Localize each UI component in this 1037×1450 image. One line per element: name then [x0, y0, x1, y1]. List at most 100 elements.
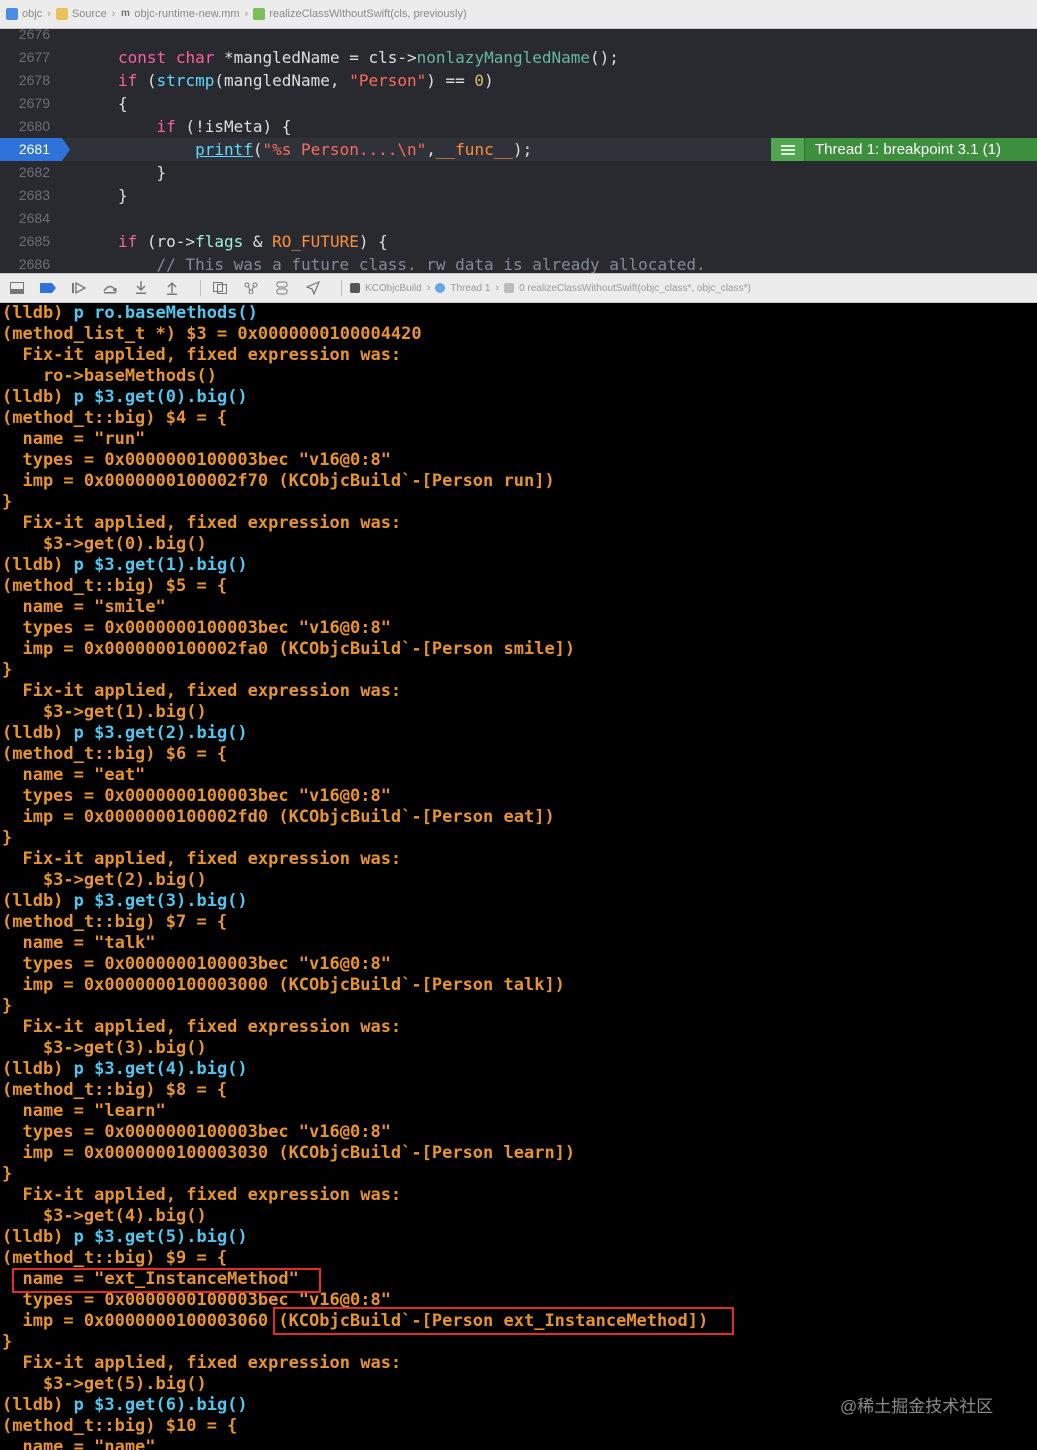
console-output-line: $3->get(3).big()	[2, 1038, 207, 1058]
divider	[200, 280, 201, 296]
console-output-line: }	[2, 996, 13, 1016]
code-line[interactable]: 2676	[0, 29, 1037, 46]
chevron-right-icon: ›	[47, 8, 51, 20]
console-output-line: Fix-it applied, fixed expression was:	[2, 1017, 412, 1037]
console-output-line: name = "smile"	[2, 597, 166, 617]
console-output-line: name = "run"	[2, 429, 146, 449]
lldb-command: p $3.get(0).big()	[73, 387, 248, 407]
console-command-line: (lldb) p ro.baseMethods()	[2, 303, 258, 324]
console-output-line: Fix-it applied, fixed expression was:	[2, 1353, 412, 1373]
step-out-icon[interactable]	[161, 278, 183, 298]
jump-bar: objc › Source › m objc-runtime-new.mm › …	[0, 0, 1037, 29]
code-line[interactable]: 2680 if (!isMeta) {	[0, 115, 1037, 138]
debug-breadcrumb-thread[interactable]: Thread 1	[435, 283, 490, 294]
breadcrumb-function[interactable]: realizeClassWithoutSwift(cls, previously…	[253, 8, 467, 20]
thread-breakpoint-badge[interactable]: Thread 1: breakpoint 3.1 (1)	[771, 138, 1037, 161]
breadcrumb-label: realizeClassWithoutSwift(cls, previously…	[269, 8, 467, 20]
console-output-line: (method_t::big) $7 = {	[2, 912, 228, 932]
breadcrumb-folder[interactable]: Source	[55, 8, 107, 20]
thread-icon	[435, 283, 446, 293]
console-output-line: name = "learn"	[2, 1101, 166, 1121]
debug-breadcrumb-label: 0 realizeClassWithoutSwift(objc_class*, …	[519, 282, 751, 294]
memory-graph-icon[interactable]	[240, 278, 262, 298]
lldb-prompt: (lldb)	[2, 891, 74, 911]
console-command-line: (lldb) p $3.get(6).big()	[2, 1395, 248, 1416]
lldb-prompt: (lldb)	[2, 387, 74, 407]
code-text: if (!isMeta) {	[156, 117, 292, 136]
console-output-line: (method_list_t *) $3 = 0x000000010000442…	[2, 324, 422, 344]
code-line[interactable]: 2682 }	[0, 161, 1037, 184]
console-command-line: (lldb) p $3.get(0).big()	[2, 387, 248, 408]
console-output-line: types = 0x0000000100003bec "v16@0:8"	[2, 954, 391, 974]
stack-frame-icon	[504, 283, 515, 293]
console-output-line: types = 0x0000000100003bec "v16@0:8"	[2, 450, 391, 470]
console-output-line: $3->get(2).big()	[2, 870, 207, 890]
console-output-line: (method_t::big) $8 = {	[2, 1080, 228, 1100]
code-line[interactable]: 2679 {	[0, 92, 1037, 115]
watermark: @稀土掘金技术社区	[840, 1397, 994, 1416]
simulate-location-icon[interactable]	[302, 278, 324, 298]
breadcrumb-file[interactable]: m objc-runtime-new.mm	[120, 8, 240, 20]
source-editor[interactable]: 2676 2677 const char *mangledName = cls-…	[0, 29, 1037, 273]
continue-icon[interactable]	[68, 278, 90, 298]
console-output-line: }	[2, 660, 13, 680]
console-output-line: (method_t::big) $9 = {	[2, 1248, 228, 1268]
console-output-line: }	[2, 1164, 13, 1184]
code-line[interactable]: 2686 // This was a future class. rw data…	[0, 253, 1037, 273]
code-line[interactable]: 2683 }	[0, 184, 1037, 207]
thread-badge-label: Thread 1: breakpoint 3.1 (1)	[815, 141, 1001, 158]
console-command-line: (lldb) p $3.get(3).big()	[2, 891, 248, 912]
code-line[interactable]: 2677 const char *mangledName = cls->nonl…	[0, 46, 1037, 69]
console-output-line: imp = 0x0000000100002fa0 (KCObjcBuild`-[…	[2, 639, 576, 659]
chevron-right-icon: ›	[495, 282, 500, 294]
debug-bar: KCObjcBuild › Thread 1 › 0 realizeClassW…	[0, 273, 1037, 303]
lldb-command: p $3.get(2).big()	[73, 723, 248, 743]
chevron-right-icon: ›	[111, 8, 116, 20]
console-output-line: imp = 0x0000000100003000 (KCObjcBuild`-[…	[2, 975, 565, 995]
console-output-line: Fix-it applied, fixed expression was:	[2, 345, 412, 365]
lldb-prompt: (lldb)	[2, 1059, 74, 1079]
environment-overrides-icon[interactable]	[271, 278, 293, 298]
console-command-line: (lldb) p $3.get(4).big()	[2, 1059, 248, 1080]
view-hierarchy-icon[interactable]	[209, 278, 231, 298]
divider	[341, 280, 342, 296]
lldb-command: p $3.get(3).big()	[73, 891, 248, 911]
console-output-line: (method_t::big) $6 = {	[2, 744, 228, 764]
chevron-right-icon: ›	[244, 8, 249, 20]
console-output-line: (method_t::big) $5 = {	[2, 576, 228, 596]
debug-breadcrumb-target[interactable]: KCObjcBuild	[350, 283, 422, 294]
code-text: }	[118, 163, 167, 182]
console-output-line: $3->get(1).big()	[2, 702, 207, 722]
console-output-line: types = 0x0000000100003bec "v16@0:8"	[2, 618, 391, 638]
code-line[interactable]: 2684	[0, 207, 1037, 230]
chevron-right-icon: ›	[426, 282, 431, 294]
debug-breadcrumb-frame[interactable]: 0 realizeClassWithoutSwift(objc_class*, …	[504, 283, 751, 294]
console-output-line: types = 0x0000000100003bec "v16@0:8"	[2, 1122, 391, 1142]
console-output-line: }	[2, 828, 13, 848]
code-line[interactable]: 2678 if (strcmp(mangledName, "Person") =…	[0, 69, 1037, 92]
code-text: const char *mangledName = cls->nonlazyMa…	[118, 48, 619, 67]
code-text: if (ro->flags & RO_FUTURE) {	[118, 232, 388, 251]
code-text: if (strcmp(mangledName, "Person") == 0)	[118, 71, 494, 90]
line-number: 2678	[18, 72, 50, 88]
console-output-line: name = "eat"	[2, 765, 146, 785]
console-output-line: }	[2, 492, 13, 512]
console-output-line: (method_t::big) $4 = {	[2, 408, 228, 428]
lldb-command: p $3.get(6).big()	[73, 1395, 248, 1415]
console-output-line: Fix-it applied, fixed expression was:	[2, 681, 412, 701]
console-output-line: $3->get(5).big()	[2, 1374, 207, 1394]
lldb-command: p $3.get(4).big()	[73, 1059, 248, 1079]
breakpoints-toggle-icon[interactable]	[37, 278, 59, 298]
lldb-prompt: (lldb)	[2, 723, 74, 743]
lldb-prompt: (lldb)	[2, 1395, 74, 1415]
step-over-icon[interactable]	[99, 278, 121, 298]
highlight-box-method-imp	[273, 1307, 734, 1335]
line-number: 2683	[18, 187, 50, 203]
console-output-line: imp = 0x0000000100002f70 (KCObjcBuild`-[…	[2, 471, 555, 491]
lldb-console[interactable]: (lldb) p ro.baseMethods() (method_list_t …	[0, 303, 1037, 1450]
code-line[interactable]: 2685 if (ro->flags & RO_FUTURE) {	[0, 230, 1037, 253]
step-into-icon[interactable]	[130, 278, 152, 298]
breadcrumb-project[interactable]: objc	[6, 8, 42, 20]
debug-breadcrumb-label: Thread 1	[450, 282, 491, 294]
hide-debug-area-button[interactable]	[6, 278, 28, 298]
